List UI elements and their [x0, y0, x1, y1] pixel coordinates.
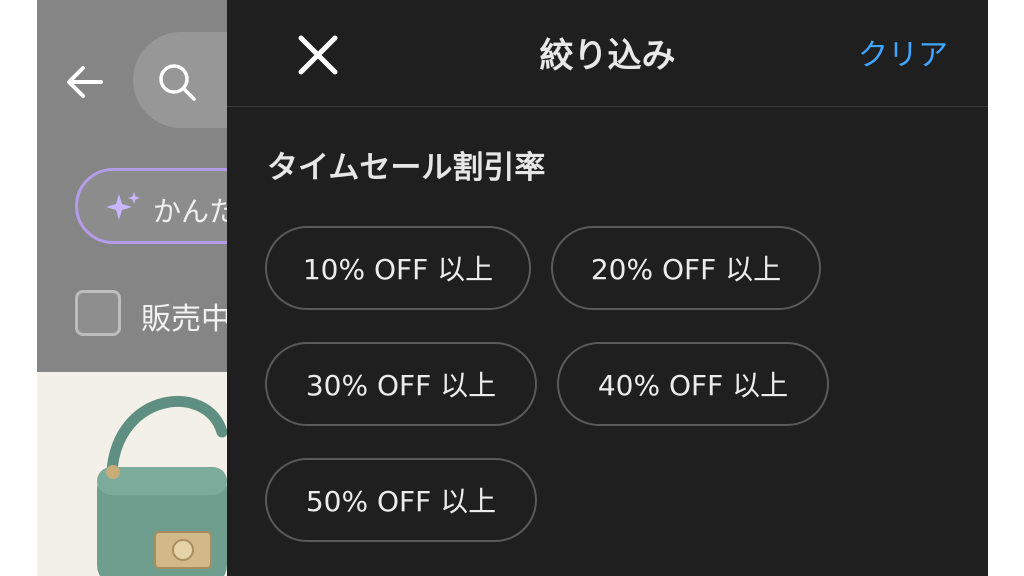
back-arrow-icon[interactable] [61, 58, 109, 106]
product-thumbnail[interactable] [37, 372, 227, 576]
search-icon [159, 64, 196, 101]
right-edge [988, 0, 1024, 576]
discount-chip-10[interactable]: 10% OFF 以上 [265, 226, 531, 310]
filter-header: 絞り込み クリア [227, 0, 988, 107]
filter-panel: 絞り込み クリア タイムセール割引率 10% OFF 以上 20% OFF 以上… [227, 0, 988, 576]
discount-chip-30[interactable]: 30% OFF 以上 [265, 342, 537, 426]
discount-chip-40[interactable]: 40% OFF 以上 [557, 342, 829, 426]
ai-search-label: かんた [153, 195, 227, 228]
discount-chip-20[interactable]: 20% OFF 以上 [551, 226, 821, 310]
background-app: かんた 販売中 [37, 0, 227, 576]
background-header: かんた 販売中 [37, 0, 227, 372]
sparkle-icon [106, 192, 140, 220]
handbag-image [37, 372, 227, 576]
timesale-discount-heading: タイムセール割引率 [267, 150, 546, 186]
on-sale-checkbox-label: 販売中 [141, 302, 227, 337]
discount-chip-50[interactable]: 50% OFF 以上 [265, 458, 537, 542]
on-sale-checkbox[interactable] [75, 290, 121, 336]
clear-button[interactable]: クリア [858, 30, 948, 74]
